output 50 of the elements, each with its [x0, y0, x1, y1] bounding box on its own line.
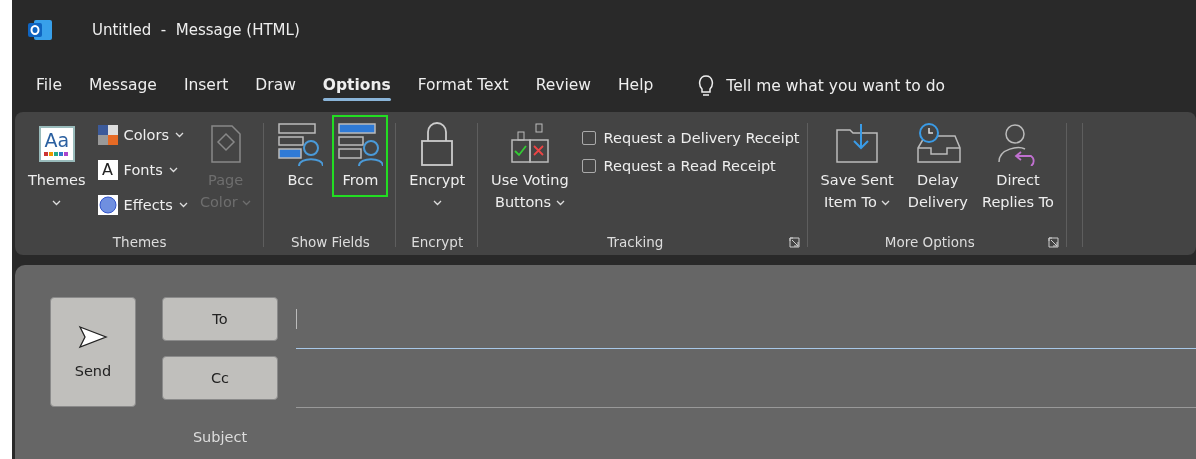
themes-icon: Aa: [38, 126, 75, 162]
folder-arrow-icon: [834, 122, 881, 166]
color-squares-icon: [97, 125, 118, 145]
ribbon-tab[interactable]: File: [24, 70, 74, 102]
from-button[interactable]: From: [332, 115, 389, 197]
subject-label: Subject: [191, 428, 249, 447]
effects-button[interactable]: Effects: [94, 189, 191, 221]
app-logo-icon: [28, 18, 52, 42]
voting-boxes-icon: [509, 122, 550, 166]
bcc-field-icon: [277, 121, 324, 167]
bcc-button[interactable]: Bcc: [272, 115, 329, 197]
from-field-icon: [337, 121, 384, 167]
tray-clock-icon: [914, 122, 961, 166]
caret-icon: [168, 167, 178, 173]
group-label: Encrypt: [410, 233, 465, 252]
group-label: Show Fields: [289, 233, 371, 252]
voting-button[interactable]: Use Voting Buttons: [486, 115, 574, 219]
ribbon-tab[interactable]: Options: [310, 70, 403, 102]
save-sent-button[interactable]: Save Sent Item To: [815, 115, 899, 219]
receipt-checkbox[interactable]: Request a Read Receipt: [581, 158, 800, 174]
padlock-icon: [419, 121, 456, 167]
send-button[interactable]: Send: [50, 297, 136, 407]
circle-icon: [97, 195, 118, 215]
group-label: More Options: [883, 233, 976, 252]
ribbon-tab[interactable]: Format Text: [405, 70, 521, 102]
lock-button[interactable]: Encrypt: [404, 115, 471, 219]
ribbon-tab[interactable]: Help: [605, 70, 666, 102]
recipient-button[interactable]: To: [162, 297, 278, 341]
direct-replies-button[interactable]: Direct Replies To: [976, 115, 1059, 219]
ribbon-tab[interactable]: Review: [523, 70, 603, 102]
lightbulb-icon: [698, 75, 715, 97]
ribbon-tab[interactable]: Draw: [243, 70, 308, 102]
dialog-launcher-icon[interactable]: [1047, 236, 1059, 248]
tell-me-search[interactable]: Tell me what you want to do: [694, 71, 949, 101]
recipient-button[interactable]: Cc: [162, 356, 278, 400]
group-label: Tracking: [606, 233, 665, 252]
themes-button[interactable]: Aa Themes: [23, 115, 91, 219]
font-icon: A: [97, 160, 118, 180]
caret-icon: [178, 202, 188, 208]
send-icon: [78, 325, 108, 349]
window-title: Untitled - Message (HTML): [92, 21, 300, 39]
ribbon-tab[interactable]: Insert: [171, 70, 241, 102]
colors-button[interactable]: Colors: [94, 119, 191, 151]
group-label: Themes: [111, 233, 168, 252]
caret-icon: [175, 132, 184, 138]
delay-button[interactable]: Delay Delivery: [902, 115, 973, 219]
receipt-checkbox[interactable]: Request a Delivery Receipt: [581, 130, 800, 146]
ribbon-tab[interactable]: Message: [76, 70, 169, 102]
fonts-button[interactable]: A Fonts: [94, 154, 191, 186]
dialog-launcher-icon[interactable]: [788, 236, 800, 248]
